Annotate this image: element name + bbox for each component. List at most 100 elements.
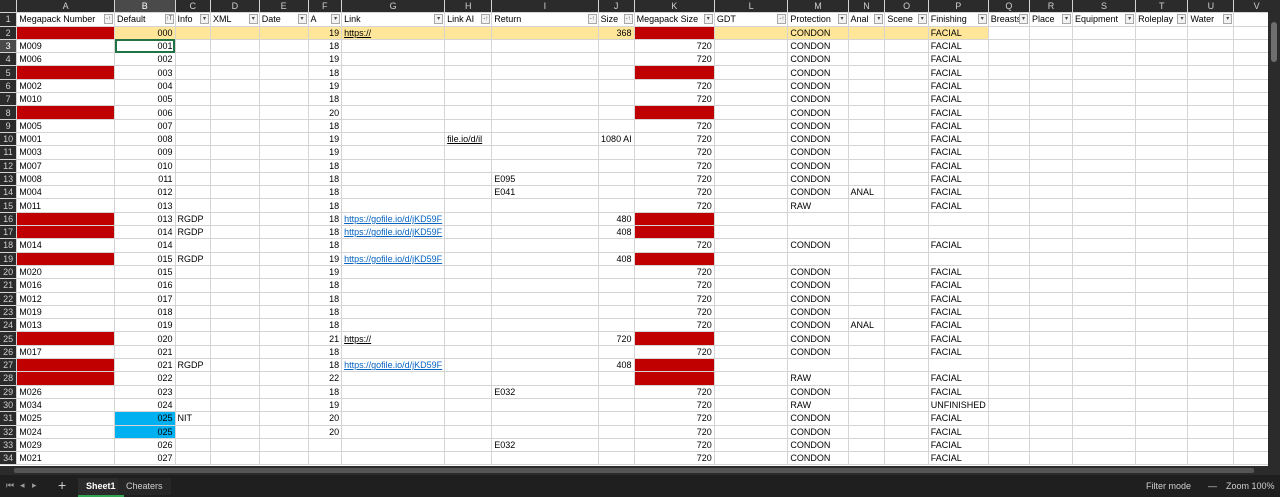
cell-t[interactable] — [1135, 26, 1189, 40]
cell-o[interactable] — [884, 26, 929, 40]
cell-h[interactable] — [444, 451, 493, 466]
cell-m[interactable]: CONDON — [787, 278, 849, 293]
cell-i[interactable] — [491, 145, 599, 160]
cell-b[interactable]: 015 — [114, 265, 176, 280]
cell-b[interactable]: 001 — [114, 39, 176, 54]
cell-f[interactable]: 18 — [308, 198, 343, 213]
cell-i[interactable] — [491, 198, 599, 213]
cell-e[interactable] — [259, 331, 309, 346]
cell-s[interactable] — [1072, 212, 1137, 227]
cell-q[interactable] — [988, 185, 1031, 200]
cell-d[interactable] — [210, 358, 260, 373]
cell-q[interactable] — [988, 318, 1031, 333]
cell-s[interactable] — [1072, 305, 1137, 320]
cell-k[interactable]: 720 — [634, 305, 715, 320]
cell-l[interactable] — [714, 225, 789, 240]
cell-l[interactable] — [714, 238, 789, 253]
cell-j[interactable] — [598, 292, 635, 306]
cell-i[interactable] — [491, 79, 599, 94]
cell-d[interactable] — [210, 278, 260, 293]
cell-g[interactable]: https://gofile.io/d/jKD59F — [341, 252, 446, 266]
cell-g[interactable] — [341, 132, 446, 147]
cell-u[interactable] — [1187, 159, 1235, 173]
header-cell-p[interactable]: Finishing ▾ — [928, 12, 989, 27]
cell-f[interactable]: 19 — [308, 26, 343, 40]
cell-u[interactable] — [1187, 305, 1235, 320]
cell-n[interactable] — [848, 438, 886, 453]
cell-o[interactable] — [884, 212, 929, 227]
cell-i[interactable] — [491, 225, 599, 240]
cell-r[interactable] — [1029, 79, 1074, 94]
cell-h[interactable] — [444, 305, 493, 320]
header-cell-j[interactable]: Size -↑ — [598, 12, 635, 27]
cell-n[interactable] — [848, 26, 886, 40]
cell-t[interactable] — [1135, 438, 1189, 453]
row-header[interactable]: 1 — [0, 12, 18, 27]
cell-h[interactable] — [444, 185, 493, 200]
cell-k[interactable] — [634, 105, 715, 120]
row-header[interactable]: 2 — [0, 26, 18, 40]
cell-t[interactable] — [1135, 331, 1189, 346]
cell-t[interactable] — [1135, 265, 1189, 280]
cell-q[interactable] — [988, 438, 1031, 453]
cell-n[interactable] — [848, 212, 886, 227]
cell-h[interactable] — [444, 398, 493, 413]
cell-o[interactable] — [884, 252, 929, 266]
cell-p[interactable]: FACIAL — [928, 438, 989, 453]
header-cell-t[interactable]: Roleplay ▾ — [1135, 12, 1189, 27]
header-cell-s[interactable]: Equipment ▾ — [1072, 12, 1137, 27]
cell-g[interactable] — [341, 425, 446, 439]
cell-o[interactable] — [884, 119, 929, 133]
cell-k[interactable]: 720 — [634, 92, 715, 107]
cell-s[interactable] — [1072, 252, 1137, 266]
row-header[interactable]: 32 — [0, 425, 18, 439]
cell-n[interactable] — [848, 79, 886, 94]
cell-d[interactable] — [210, 26, 260, 40]
filter-dropdown-icon[interactable]: -↑ — [777, 14, 787, 25]
cell-q[interactable] — [988, 371, 1031, 386]
cell-l[interactable] — [714, 132, 789, 147]
row-header[interactable]: 16 — [0, 212, 18, 227]
cell-h[interactable] — [444, 425, 493, 439]
cell-h[interactable] — [444, 292, 493, 306]
cell-k[interactable]: 720 — [634, 398, 715, 413]
cell-g[interactable]: https:// — [341, 331, 446, 346]
cell-t[interactable] — [1135, 39, 1189, 54]
cell-s[interactable] — [1072, 451, 1137, 466]
cell-r[interactable] — [1029, 92, 1074, 107]
cell-d[interactable] — [210, 411, 260, 426]
cell-u[interactable] — [1187, 198, 1235, 213]
cell-c[interactable] — [175, 292, 211, 306]
cell-a[interactable]: M007 — [16, 159, 116, 173]
cell-k[interactable]: 720 — [634, 39, 715, 54]
cell-t[interactable] — [1135, 225, 1189, 240]
cell-b[interactable]: 022 — [114, 371, 176, 386]
row-header[interactable]: 29 — [0, 385, 18, 399]
cell-o[interactable] — [884, 265, 929, 280]
cell-e[interactable] — [259, 65, 309, 80]
cell-j[interactable] — [598, 345, 635, 360]
cell-k[interactable]: 720 — [634, 318, 715, 333]
cell-o[interactable] — [884, 159, 929, 173]
cell-i[interactable] — [491, 318, 599, 333]
cell-l[interactable] — [714, 105, 789, 120]
cell-e[interactable] — [259, 318, 309, 333]
cell-b[interactable]: 016 — [114, 278, 176, 293]
cell-e[interactable] — [259, 105, 309, 120]
cell-j[interactable]: 1080 AI — [598, 132, 635, 147]
cell-l[interactable] — [714, 358, 789, 373]
cell-r[interactable] — [1029, 172, 1074, 187]
cell-u[interactable] — [1187, 119, 1235, 133]
cell-q[interactable] — [988, 52, 1031, 67]
cell-d[interactable] — [210, 159, 260, 173]
filter-dropdown-icon[interactable]: ▾ — [1019, 14, 1029, 25]
cell-g[interactable] — [341, 65, 446, 80]
row-header[interactable]: 9 — [0, 119, 18, 133]
cell-g[interactable] — [341, 438, 446, 453]
cell-h[interactable] — [444, 438, 493, 453]
cell-i[interactable] — [491, 105, 599, 120]
cell-l[interactable] — [714, 292, 789, 306]
cell-e[interactable] — [259, 385, 309, 399]
cell-p[interactable]: FACIAL — [928, 265, 989, 280]
cell-d[interactable] — [210, 132, 260, 147]
